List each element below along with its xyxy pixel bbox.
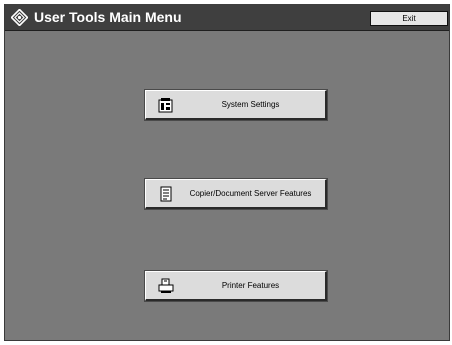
title-bar: User Tools Main Menu Exit	[5, 4, 449, 31]
settings-icon	[157, 96, 175, 114]
user-tools-icon	[10, 8, 29, 27]
system-settings-label: System Settings	[221, 100, 280, 109]
copier-document-server-label: Copier/Document Server Features	[189, 189, 312, 198]
main-panel: User Tools Main Menu Exit System Setting…	[4, 4, 450, 341]
copier-document-server-button[interactable]: Copier/Document Server Features	[145, 179, 327, 209]
exit-button[interactable]: Exit	[370, 11, 448, 26]
page-title: User Tools Main Menu	[34, 9, 182, 25]
printer-features-label: Printer Features	[221, 281, 280, 290]
system-settings-button[interactable]: System Settings	[145, 90, 327, 120]
printer-features-button[interactable]: Printer Features	[145, 271, 327, 301]
printer-icon	[157, 277, 175, 295]
copier-icon	[157, 185, 175, 203]
